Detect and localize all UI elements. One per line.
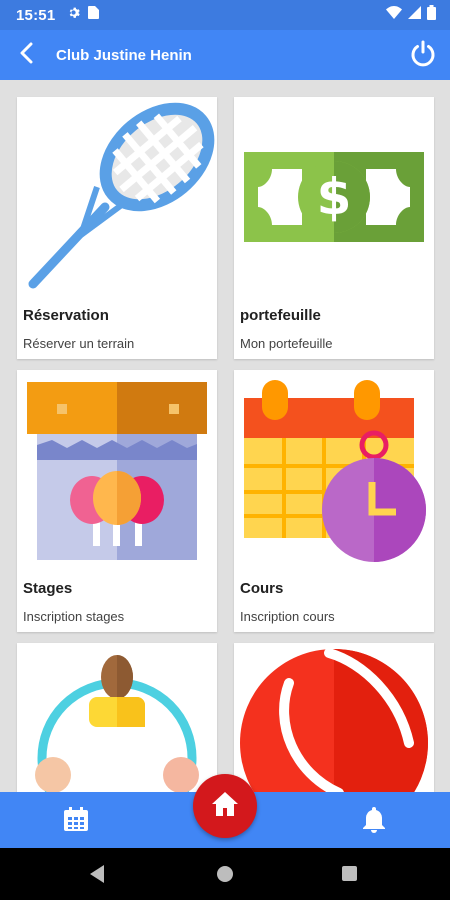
- sim-card-icon: [88, 6, 100, 24]
- svg-text:$: $: [317, 168, 352, 226]
- card-title: portefeuille: [240, 307, 321, 324]
- home-button[interactable]: [193, 774, 257, 838]
- calendar-icon: [62, 805, 90, 838]
- card-subtitle: Réserver un terrain: [23, 336, 135, 351]
- home-icon: [211, 791, 239, 822]
- calendar-nav-button[interactable]: [56, 804, 96, 838]
- wifi-icon: [386, 6, 402, 24]
- app-bar: Club Justine Henin: [0, 30, 450, 80]
- group-icon: [17, 643, 217, 792]
- card-cours[interactable]: Cours Inscription cours: [234, 370, 434, 632]
- card-title: Stages: [23, 580, 73, 597]
- card-group[interactable]: [17, 643, 217, 792]
- calendar-clock-icon: [234, 370, 434, 570]
- status-time: 15:51: [16, 6, 56, 24]
- power-icon: [409, 39, 437, 72]
- system-home-icon[interactable]: [217, 866, 233, 882]
- page-title: Club Justine Henin: [56, 46, 192, 64]
- card-reservation[interactable]: Réservation Réserver un terrain: [17, 97, 217, 359]
- card-subtitle: Mon portefeuille: [240, 336, 333, 351]
- signal-icon: [408, 6, 421, 24]
- market-stall-icon: [17, 370, 217, 570]
- menu-grid[interactable]: Réservation Réserver un terrain $ portef…: [0, 80, 450, 792]
- system-recents-icon[interactable]: [342, 866, 357, 881]
- notifications-button[interactable]: [354, 804, 394, 838]
- arrow-back-icon: [16, 42, 38, 69]
- card-title: Réservation: [23, 307, 109, 324]
- card-stages[interactable]: Stages Inscription stages: [17, 370, 217, 632]
- card-subtitle: Inscription cours: [240, 609, 335, 624]
- system-back-icon[interactable]: [88, 864, 106, 889]
- card-tennis-ball[interactable]: [234, 643, 434, 792]
- tennis-ball-icon: [234, 643, 434, 792]
- settings-gear-icon: [67, 6, 81, 24]
- logout-button[interactable]: [398, 30, 448, 80]
- tennis-racket-icon: [17, 97, 217, 297]
- system-nav-bar: [0, 848, 450, 900]
- card-portefeuille[interactable]: $ portefeuille Mon portefeuille: [234, 97, 434, 359]
- banknote-icon: $: [234, 97, 434, 297]
- card-title: Cours: [240, 580, 284, 597]
- status-bar: 15:51: [0, 0, 450, 30]
- battery-icon: [427, 5, 436, 25]
- card-subtitle: Inscription stages: [23, 609, 125, 624]
- bell-icon: [361, 805, 387, 838]
- back-button[interactable]: [2, 30, 52, 80]
